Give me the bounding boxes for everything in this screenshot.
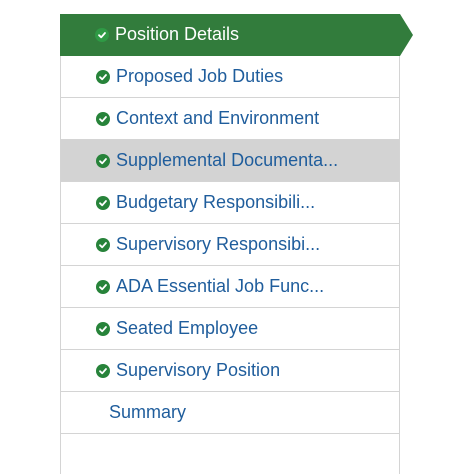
check-circle-icon: [96, 237, 110, 252]
nav-item-label: Context and Environment: [116, 108, 320, 128]
nav-item-label: Supervisory Position: [116, 360, 281, 380]
nav-item-label: Budgetary Responsibili...: [116, 192, 316, 212]
nav-item-position-details[interactable]: Position Details: [60, 14, 413, 56]
nav-item-supervisory-responsibility[interactable]: Supervisory Responsibi...: [61, 224, 399, 266]
nav-item-ada-essential-job-functions[interactable]: ADA Essential Job Func...: [61, 266, 399, 308]
page: Position Details Proposed Job Duties Con…: [0, 0, 474, 474]
nav-item-proposed-job-duties[interactable]: Proposed Job Duties: [61, 56, 399, 98]
check-circle-icon: [96, 321, 110, 336]
nav-item-label: Proposed Job Duties: [116, 66, 284, 86]
nav-item-label: Supplemental Documenta...: [116, 150, 339, 170]
nav-item-supplemental-documentation[interactable]: Supplemental Documenta...: [61, 140, 399, 182]
nav-item-seated-employee[interactable]: Seated Employee: [61, 308, 399, 350]
check-circle-icon: [96, 69, 110, 84]
nav-empty-row: [61, 434, 399, 474]
nav-item-supervisory-position[interactable]: Supervisory Position: [61, 350, 399, 392]
step-navigation: Position Details Proposed Job Duties Con…: [60, 14, 413, 474]
nav-item-label: ADA Essential Job Func...: [116, 276, 325, 296]
check-circle-icon: [96, 195, 110, 210]
nav-item-budgetary-responsibility[interactable]: Budgetary Responsibili...: [61, 182, 399, 224]
nav-item-label: Seated Employee: [116, 318, 259, 338]
check-circle-icon: [96, 363, 110, 378]
nav-item-label: Position Details: [115, 24, 240, 44]
nav-item-summary[interactable]: Summary: [61, 392, 399, 434]
check-circle-icon: [96, 153, 110, 168]
nav-item-label: Summary: [109, 402, 187, 422]
check-circle-icon: [96, 279, 110, 294]
check-circle-icon: [96, 111, 110, 126]
nav-item-context-and-environment[interactable]: Context and Environment: [61, 98, 399, 140]
check-circle-icon: [95, 27, 109, 42]
nav-item-label: Supervisory Responsibi...: [116, 234, 321, 254]
